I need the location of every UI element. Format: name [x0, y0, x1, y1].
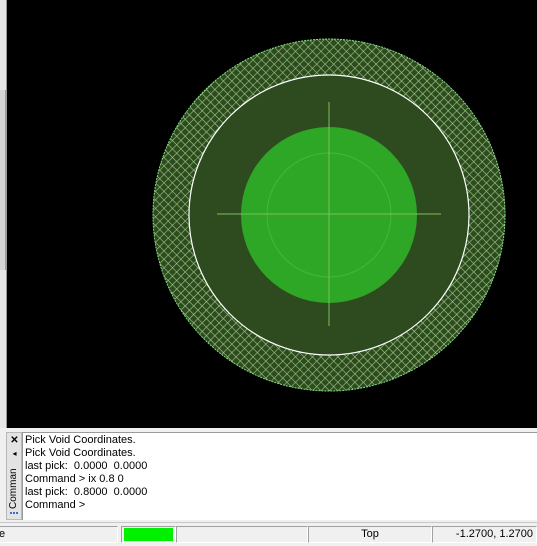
- command-window-title: Comman: [8, 468, 19, 510]
- command-window-gripper[interactable]: ✕ ◂ Comman: [6, 432, 22, 520]
- status-bar: e Top -1.2700, 1.2700: [0, 522, 537, 546]
- close-icon[interactable]: ✕: [9, 435, 20, 446]
- scrollbar-thumb[interactable]: [0, 90, 6, 270]
- command-line: last pick: 0.8000 0.0000: [25, 486, 148, 498]
- command-line: Pick Void Coordinates.: [25, 447, 136, 459]
- command-input[interactable]: Command >: [25, 499, 537, 512]
- status-layer: Top: [308, 526, 432, 543]
- status-blank-pane: [176, 526, 308, 543]
- command-line: Pick Void Coordinates.: [25, 434, 136, 446]
- command-output[interactable]: Pick Void Coordinates. Pick Void Coordin…: [22, 432, 537, 520]
- arrow-left-icon[interactable]: ◂: [9, 448, 20, 459]
- pad-graphic: [152, 38, 506, 392]
- command-line: last pick: 0.0000 0.0000: [25, 460, 148, 472]
- left-scrollbar[interactable]: [0, 0, 7, 428]
- color-swatch: [124, 528, 173, 541]
- grip-icon[interactable]: [10, 512, 18, 517]
- status-coordinates: -1.2700, 1.2700: [432, 526, 537, 543]
- status-message: e: [0, 526, 118, 543]
- command-line: Command > ix 0.8 0: [25, 473, 124, 485]
- status-color-pane: [121, 526, 176, 543]
- design-canvas[interactable]: [7, 0, 537, 428]
